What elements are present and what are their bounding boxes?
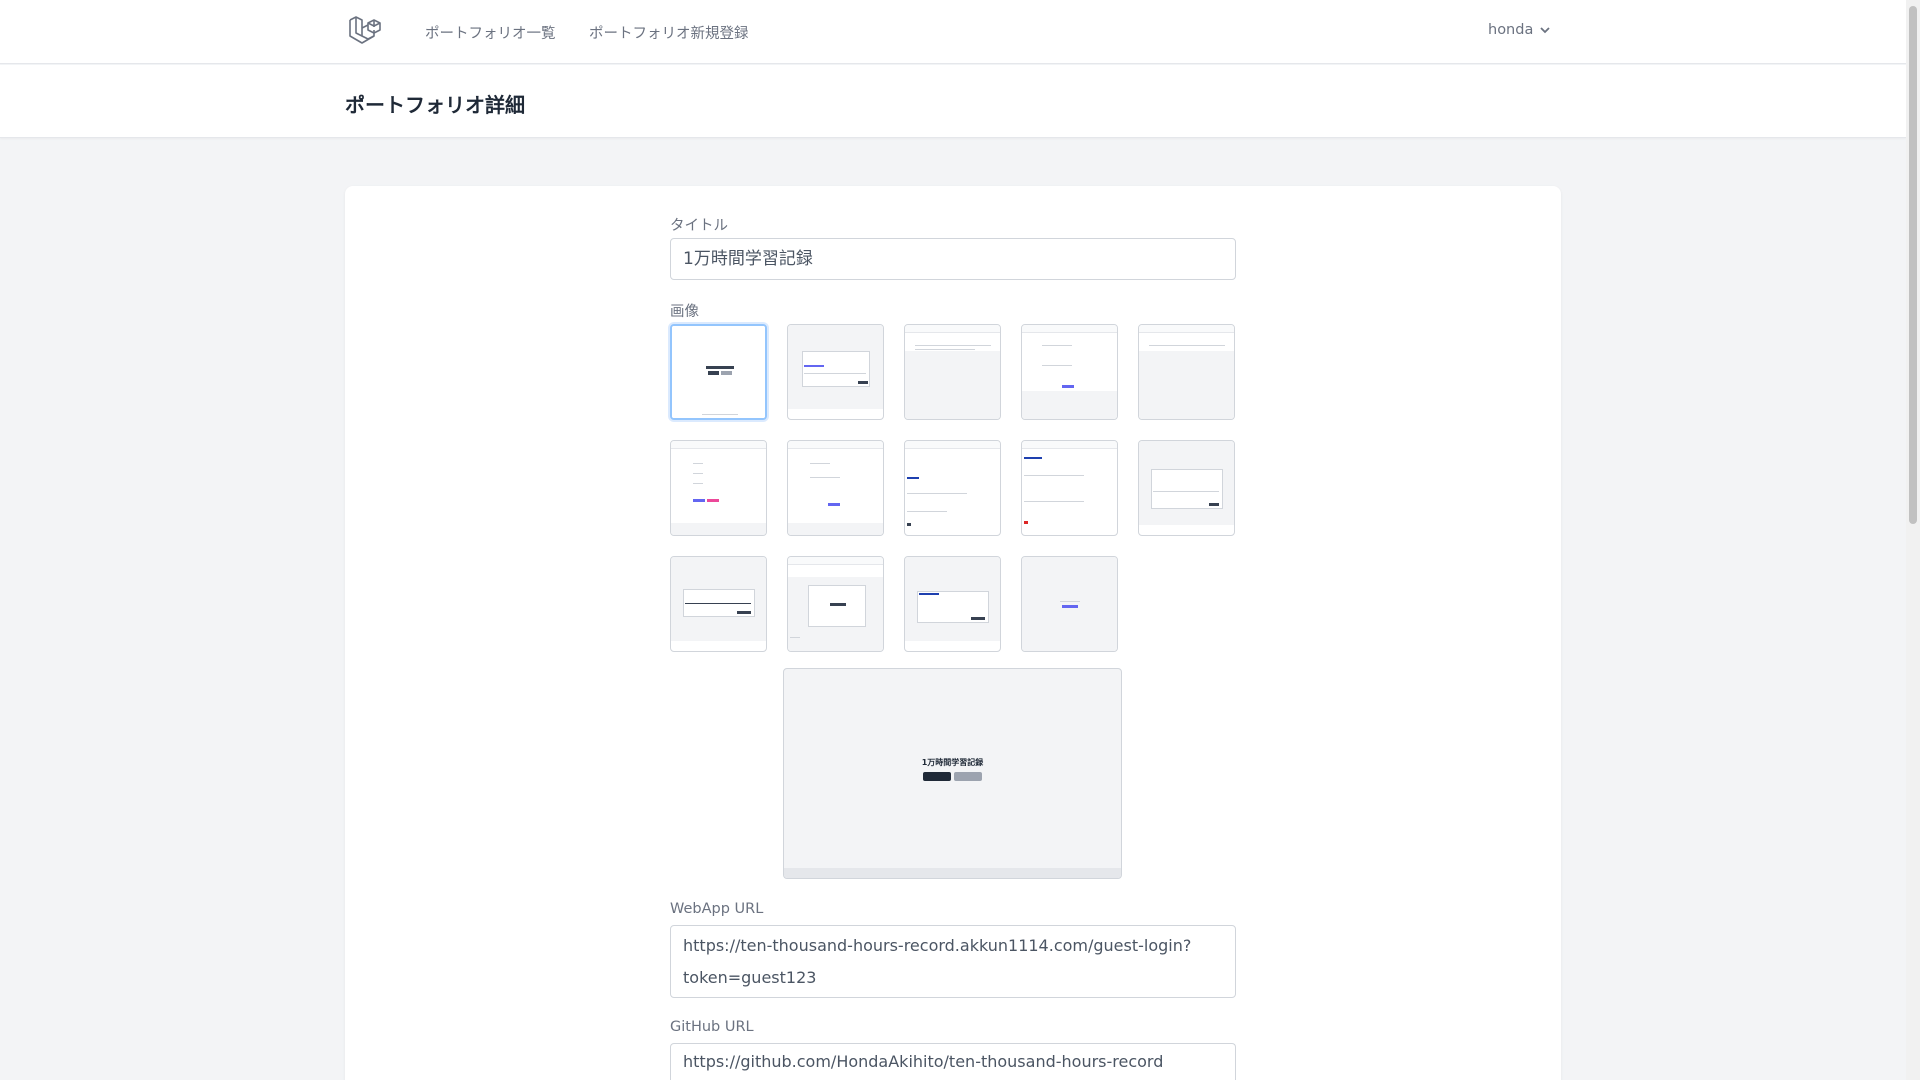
image-thumbnail-9[interactable] <box>1021 440 1118 536</box>
image-thumbnail-5[interactable] <box>1138 324 1235 420</box>
preview-secondary-button <box>954 772 982 781</box>
webapp-url-line2: token=guest123 <box>683 968 817 987</box>
images-label: 画像 <box>670 304 699 320</box>
laravel-logo-icon[interactable] <box>347 14 381 48</box>
github-url-field[interactable]: https://github.com/HondaAkihito/ten-thou… <box>670 1043 1236 1080</box>
image-thumbnail-2[interactable] <box>787 324 884 420</box>
image-thumbnail-8[interactable] <box>904 440 1001 536</box>
webapp-url-line1: https://ten-thousand-hours-record.akkun1… <box>683 936 1192 955</box>
page-header: ポートフォリオ詳細 <box>0 65 1906 138</box>
webapp-url-label: WebApp URL <box>670 901 764 917</box>
preview-footer <box>784 868 1121 878</box>
image-thumbnail-grid <box>670 324 1236 652</box>
nav-link-portfolio-list[interactable]: ポートフォリオ一覧 <box>425 22 556 43</box>
chevron-down-icon <box>1540 27 1550 34</box>
selected-image-preview[interactable]: 1万時間学習記録 <box>783 668 1122 879</box>
image-thumbnail-3[interactable] <box>904 324 1001 420</box>
image-thumbnail-6[interactable] <box>670 440 767 536</box>
scrollbar-thumb[interactable] <box>1909 6 1917 524</box>
nav-link-portfolio-create[interactable]: ポートフォリオ新規登録 <box>589 22 749 43</box>
preview-primary-button <box>923 772 951 781</box>
image-thumbnail-10[interactable] <box>1138 440 1235 536</box>
image-thumbnail-4[interactable] <box>1021 324 1118 420</box>
image-thumbnail-1[interactable] <box>670 324 767 420</box>
title-field[interactable]: 1万時間学習記録 <box>670 238 1236 280</box>
github-url-label: GitHub URL <box>670 1019 754 1035</box>
image-thumbnail-12[interactable] <box>787 556 884 652</box>
image-thumbnail-11[interactable] <box>670 556 767 652</box>
page-title: ポートフォリオ詳細 <box>345 93 525 117</box>
top-navbar: ポートフォリオ一覧 ポートフォリオ新規登録 honda <box>0 0 1906 64</box>
image-thumbnail-14[interactable] <box>1021 556 1118 652</box>
title-label: タイトル <box>670 218 728 234</box>
user-menu-dropdown[interactable]: honda <box>1488 22 1551 38</box>
user-name: honda <box>1488 22 1534 38</box>
image-thumbnail-13[interactable] <box>904 556 1001 652</box>
preview-title: 1万時間学習記録 <box>921 758 984 767</box>
image-thumbnail-7[interactable] <box>787 440 884 536</box>
webapp-url-field[interactable]: https://ten-thousand-hours-record.akkun1… <box>670 925 1236 998</box>
